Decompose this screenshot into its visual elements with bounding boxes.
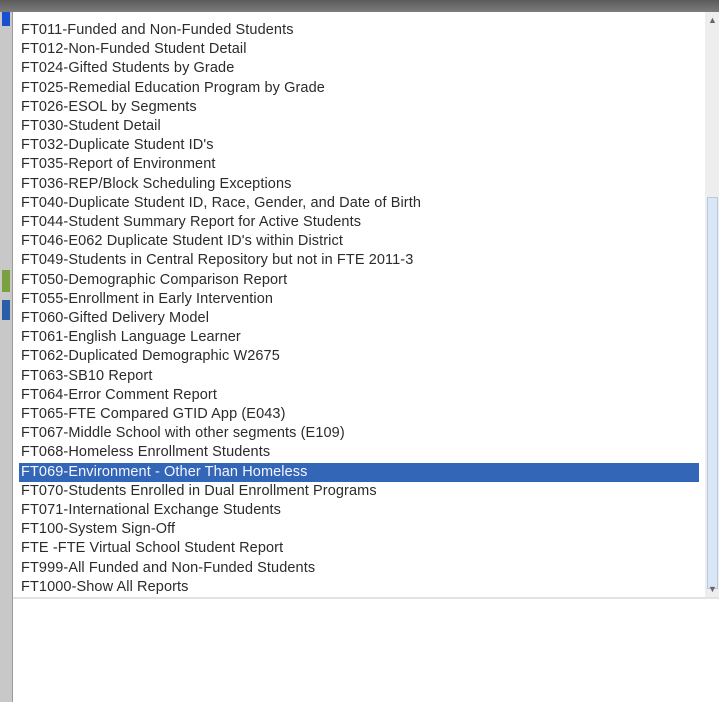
scroll-thumb[interactable] (707, 197, 718, 589)
scroll-up-arrow-icon[interactable]: ▲ (705, 12, 719, 28)
list-item[interactable]: FT065-FTE Compared GTID App (E043) (19, 405, 699, 424)
list-item[interactable]: FT049-Students in Central Repository but… (19, 251, 699, 270)
list-item[interactable]: FT044-Student Summary Report for Active … (19, 213, 699, 232)
list-item[interactable]: FT030-Student Detail (19, 117, 699, 136)
list-item[interactable]: FT026-ESOL by Segments (19, 98, 699, 117)
list-item[interactable]: FT067-Middle School with other segments … (19, 424, 699, 443)
list-item[interactable]: FT999-All Funded and Non-Funded Students (19, 559, 699, 578)
list-item[interactable]: FT069-Environment - Other Than Homeless (19, 462, 699, 482)
list-item[interactable]: FT050-Demographic Comparison Report (19, 271, 699, 290)
list-item[interactable]: FT064-Error Comment Report (19, 386, 699, 405)
list-item[interactable]: FT063-SB10 Report (19, 367, 699, 386)
listbox-bottom-edge (13, 597, 719, 599)
list-item[interactable]: FTE -FTE Virtual School Student Report (19, 539, 699, 558)
list-item[interactable]: FT100-System Sign-Off (19, 520, 699, 539)
blue-marker-2 (2, 300, 10, 320)
list-item[interactable]: FT062-Duplicated Demographic W2675 (19, 347, 699, 366)
background-window-edge (0, 12, 12, 702)
list-item[interactable]: FT012-Non-Funded Student Detail (19, 40, 699, 59)
list-item[interactable]: FT061-English Language Learner (19, 328, 699, 347)
scroll-down-arrow-icon[interactable]: ▼ (705, 581, 719, 597)
list-item[interactable]: FT070-Students Enrolled in Dual Enrollme… (19, 482, 699, 501)
window-top-band (0, 0, 719, 12)
list-item[interactable]: FT1000-Show All Reports (19, 578, 699, 597)
list-item[interactable]: FT055-Enrollment in Early Intervention (19, 290, 699, 309)
green-marker (2, 270, 10, 292)
list-item[interactable]: FT011-Funded and Non-Funded Students (19, 21, 699, 40)
list-item[interactable]: FT040-Duplicate Student ID, Race, Gender… (19, 194, 699, 213)
vertical-scrollbar[interactable]: ▲ ▼ (705, 12, 719, 597)
list-item[interactable]: FT060-Gifted Delivery Model (19, 309, 699, 328)
list-item[interactable]: FT068-Homeless Enrollment Students (19, 443, 699, 462)
list-item[interactable]: FT071-International Exchange Students (19, 501, 699, 520)
blue-marker (2, 12, 10, 26)
list-item[interactable]: FT046-E062 Duplicate Student ID's within… (19, 232, 699, 251)
list-item[interactable]: FT036-REP/Block Scheduling Exceptions (19, 175, 699, 194)
list-item[interactable]: FT035-Report of Environment (19, 155, 699, 174)
report-dropdown-panel: FT011-Funded and Non-Funded Students FT01… (12, 12, 719, 702)
list-item[interactable]: FT032-Duplicate Student ID's (19, 136, 699, 155)
list-item[interactable]: FT024-Gifted Students by Grade (19, 59, 699, 78)
report-listbox[interactable]: FT011-Funded and Non-Funded Students FT01… (13, 12, 705, 597)
list-item[interactable]: FT025-Remedial Education Program by Grad… (19, 79, 699, 98)
